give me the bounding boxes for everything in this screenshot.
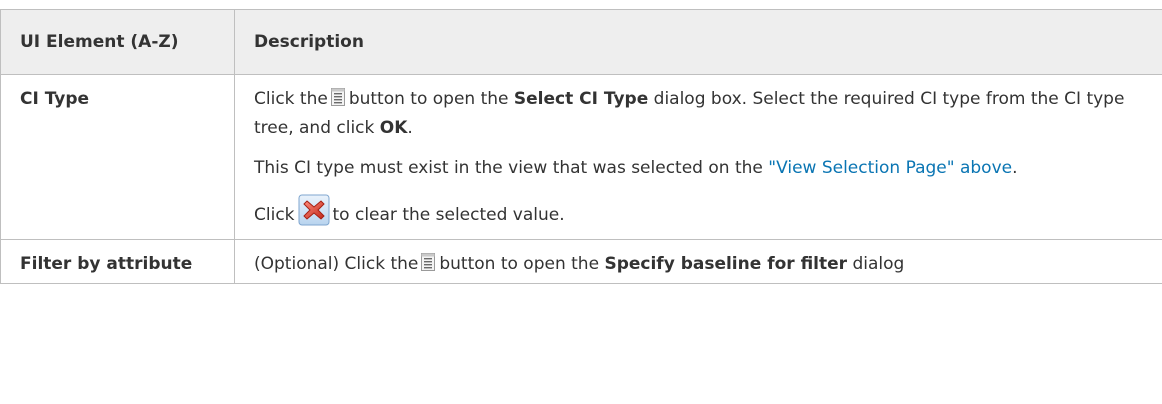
view-selection-page-link[interactable]: "View Selection Page" above	[768, 158, 1012, 178]
text-segment: (Optional) Click the	[254, 254, 419, 274]
list-document-icon	[421, 253, 436, 271]
ok-label: OK	[379, 118, 408, 138]
header-description: Description	[234, 9, 1162, 75]
table-header-row: UI Element (A-Z) Description	[0, 9, 1162, 75]
text-segment: This CI type must exist in the view that…	[254, 158, 763, 178]
header-ui-element: UI Element (A-Z)	[0, 9, 235, 75]
text-segment: to clear the selected value.	[332, 205, 565, 225]
text-segment: .	[407, 118, 413, 138]
dialog-name: Specify baseline for filter	[604, 254, 848, 274]
description-paragraph: Click to clear the selected value.	[254, 194, 1150, 231]
row-description-ci-type: Click the button to open the Select CI T…	[234, 74, 1162, 240]
row-element-ci-type: CI Type	[0, 74, 235, 240]
description-paragraph: Click the button to open the Select CI T…	[254, 85, 1150, 143]
table-row: Filter by attribute (Optional) Click the…	[0, 239, 1162, 284]
text-segment: Click the	[254, 89, 328, 109]
text-segment: .	[1012, 158, 1018, 178]
red-x-clear-icon	[298, 194, 330, 226]
table-row: CI Type Click the button to open the Sel…	[0, 74, 1162, 240]
text-segment: button to open the	[439, 254, 600, 274]
row-element-filter-by-attribute: Filter by attribute	[0, 239, 235, 284]
dialog-name: Select CI Type	[513, 89, 649, 109]
row-description-filter-by-attribute: (Optional) Click the button to open the …	[234, 239, 1162, 284]
text-segment: button to open the	[348, 89, 509, 109]
text-segment: dialog	[852, 254, 905, 274]
ui-element-table: UI Element (A-Z) Description CI Type Cli…	[0, 9, 1162, 284]
description-paragraph: (Optional) Click the button to open the …	[254, 250, 1150, 279]
list-document-icon	[330, 88, 345, 106]
text-segment: Click	[254, 205, 295, 225]
description-paragraph: This CI type must exist in the view that…	[254, 154, 1150, 183]
